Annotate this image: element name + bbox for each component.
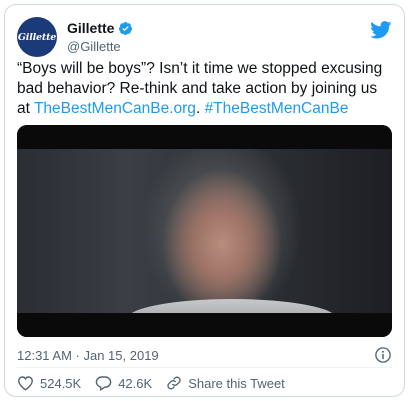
video-player[interactable] [17, 125, 392, 337]
divider [17, 367, 392, 368]
tweet-card: Gillette Gillette @Gillette “Boys will b… [4, 4, 405, 397]
tweet-link[interactable]: TheBestMenCanBe.org [34, 100, 196, 117]
letterbox-bottom [17, 313, 392, 337]
action-bar: 524.5K 42.6K Share this Tweet [17, 375, 299, 391]
like-action[interactable]: 524.5K [17, 375, 81, 391]
share-action[interactable]: Share this Tweet [166, 375, 285, 391]
reply-count: 42.6K [118, 375, 153, 391]
verified-badge-icon [118, 21, 133, 36]
tweet-separator: . [195, 100, 205, 117]
display-name: Gillette [67, 20, 115, 36]
info-icon[interactable] [374, 346, 392, 369]
tweet-text: “Boys will be boys”? Isn’t it time we st… [17, 59, 394, 119]
reply-bubble-icon [95, 375, 112, 391]
letterbox-top [17, 125, 392, 149]
author-names[interactable]: Gillette @Gillette [67, 20, 133, 54]
twitter-bird-icon[interactable] [370, 21, 392, 44]
share-label: Share this Tweet [188, 375, 285, 391]
share-link-icon [166, 375, 182, 391]
heart-icon [17, 375, 34, 391]
handle: @Gillette [67, 39, 121, 54]
like-count: 524.5K [40, 375, 82, 391]
tweet-timestamp[interactable]: 12:31 AM · Jan 15, 2019 [17, 348, 159, 363]
avatar-logo-text: Gillette [17, 31, 57, 43]
tweet-hashtag[interactable]: #TheBestMenCanBe [205, 100, 349, 117]
display-name-row: Gillette [67, 20, 133, 36]
reply-action[interactable]: 42.6K [95, 375, 152, 391]
video-frame [17, 149, 392, 337]
avatar[interactable]: Gillette [17, 17, 57, 57]
tweet-header: Gillette Gillette @Gillette [17, 17, 392, 59]
